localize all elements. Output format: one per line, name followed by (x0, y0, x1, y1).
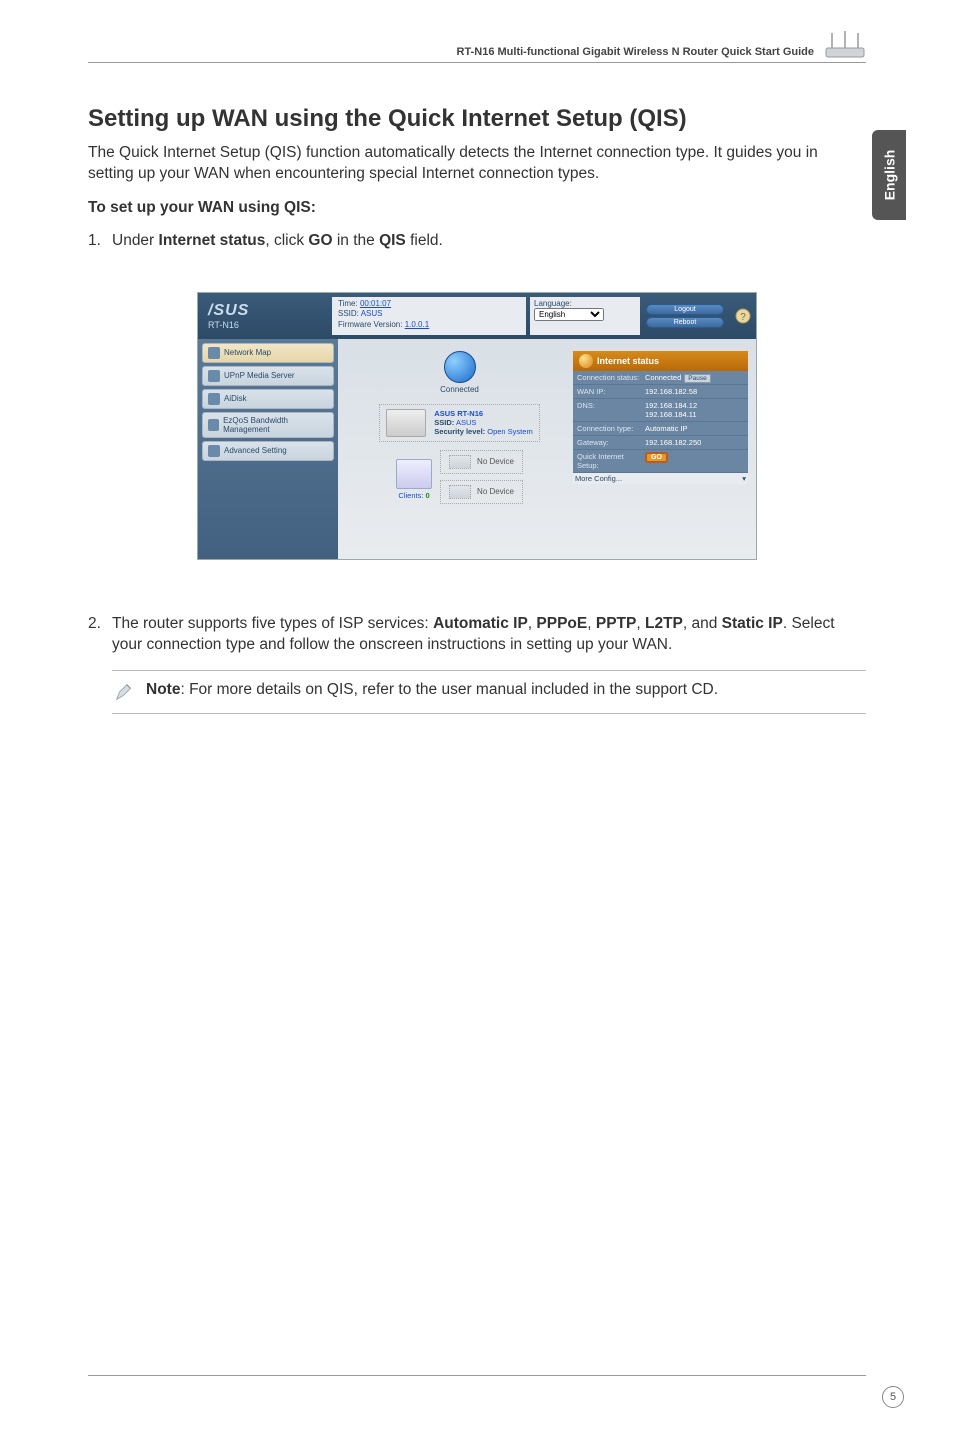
section-title: Setting up WAN using the Quick Internet … (88, 105, 866, 133)
no-device-1: No Device (440, 450, 523, 474)
sidebar: Network Map UPnP Media Server AiDisk EzQ… (198, 339, 338, 559)
client-icon (396, 459, 432, 489)
setup-heading: To set up your WAN using QIS: (88, 199, 866, 217)
reboot-button[interactable]: Reboot (646, 317, 724, 328)
advanced-icon (208, 445, 220, 457)
time-link[interactable]: 00:01:07 (360, 299, 391, 308)
language-panel: Language: English (530, 297, 640, 335)
router-info-panel: Time: 00:01:07 SSID: ASUS Firmware Versi… (332, 297, 526, 335)
note-block: Note: For more details on QIS, refer to … (112, 670, 866, 714)
sidebar-item-ezqos[interactable]: EzQoS Bandwidth Management (202, 412, 334, 438)
sidebar-item-aidisk[interactable]: AiDisk (202, 389, 334, 409)
go-button[interactable]: GO (645, 452, 668, 463)
status-globe-icon (579, 354, 593, 368)
step-1: 1. Under Internet status, click GO in th… (88, 231, 866, 252)
router-device[interactable]: ASUS RT-N16 SSID: ASUS Security level: O… (379, 404, 539, 442)
sidebar-item-network-map[interactable]: Network Map (202, 343, 334, 363)
ezqos-icon (208, 419, 219, 431)
pause-button[interactable]: Pause (684, 374, 710, 383)
step-1-num: 1. (88, 231, 101, 252)
upnp-icon (208, 370, 220, 382)
header-title: RT-N16 Multi-functional Gigabit Wireless… (457, 46, 814, 58)
sidebar-item-advanced[interactable]: Advanced Setting (202, 441, 334, 461)
step-2: 2. The router supports five types of ISP… (88, 614, 866, 656)
intro-paragraph: The Quick Internet Setup (QIS) function … (88, 143, 866, 185)
no-device-2: No Device (440, 480, 523, 504)
more-config-select[interactable]: More Config... (575, 474, 622, 483)
clients-block[interactable]: Clients: 0 No Device No Device (396, 450, 523, 510)
firmware-link[interactable]: 1.0.0.1 (405, 320, 429, 329)
sidebar-item-upnp[interactable]: UPnP Media Server (202, 366, 334, 386)
asus-logo: /SUS RT-N16 (198, 293, 328, 339)
internet-status-panel: Internet status Connection status:Connec… (573, 351, 748, 547)
chevron-down-icon[interactable]: ▾ (742, 474, 746, 483)
globe-icon[interactable] (444, 351, 476, 383)
router-icon (824, 30, 866, 60)
router-device-icon (386, 409, 426, 437)
step-2-num: 2. (88, 614, 101, 635)
language-side-tab: English (872, 130, 906, 220)
network-map-icon (208, 347, 220, 359)
router-ui-screenshot: /SUS RT-N16 Time: 00:01:07 SSID: ASUS Fi… (88, 292, 866, 560)
help-icon[interactable]: ? (735, 308, 751, 324)
usb-icon (449, 455, 471, 469)
usb-icon (449, 485, 471, 499)
logout-button[interactable]: Logout (646, 304, 724, 315)
footer-rule (88, 1375, 866, 1376)
language-side-tab-label: English (881, 150, 897, 201)
language-select[interactable]: English (534, 308, 604, 321)
status-header: Internet status (597, 356, 659, 366)
document-header: RT-N16 Multi-functional Gigabit Wireless… (88, 30, 866, 63)
svg-text:?: ? (740, 312, 746, 323)
pencil-icon (114, 681, 136, 703)
aidisk-icon (208, 393, 220, 405)
connection-label: Connected (440, 385, 479, 394)
page-number: 5 (882, 1386, 904, 1408)
